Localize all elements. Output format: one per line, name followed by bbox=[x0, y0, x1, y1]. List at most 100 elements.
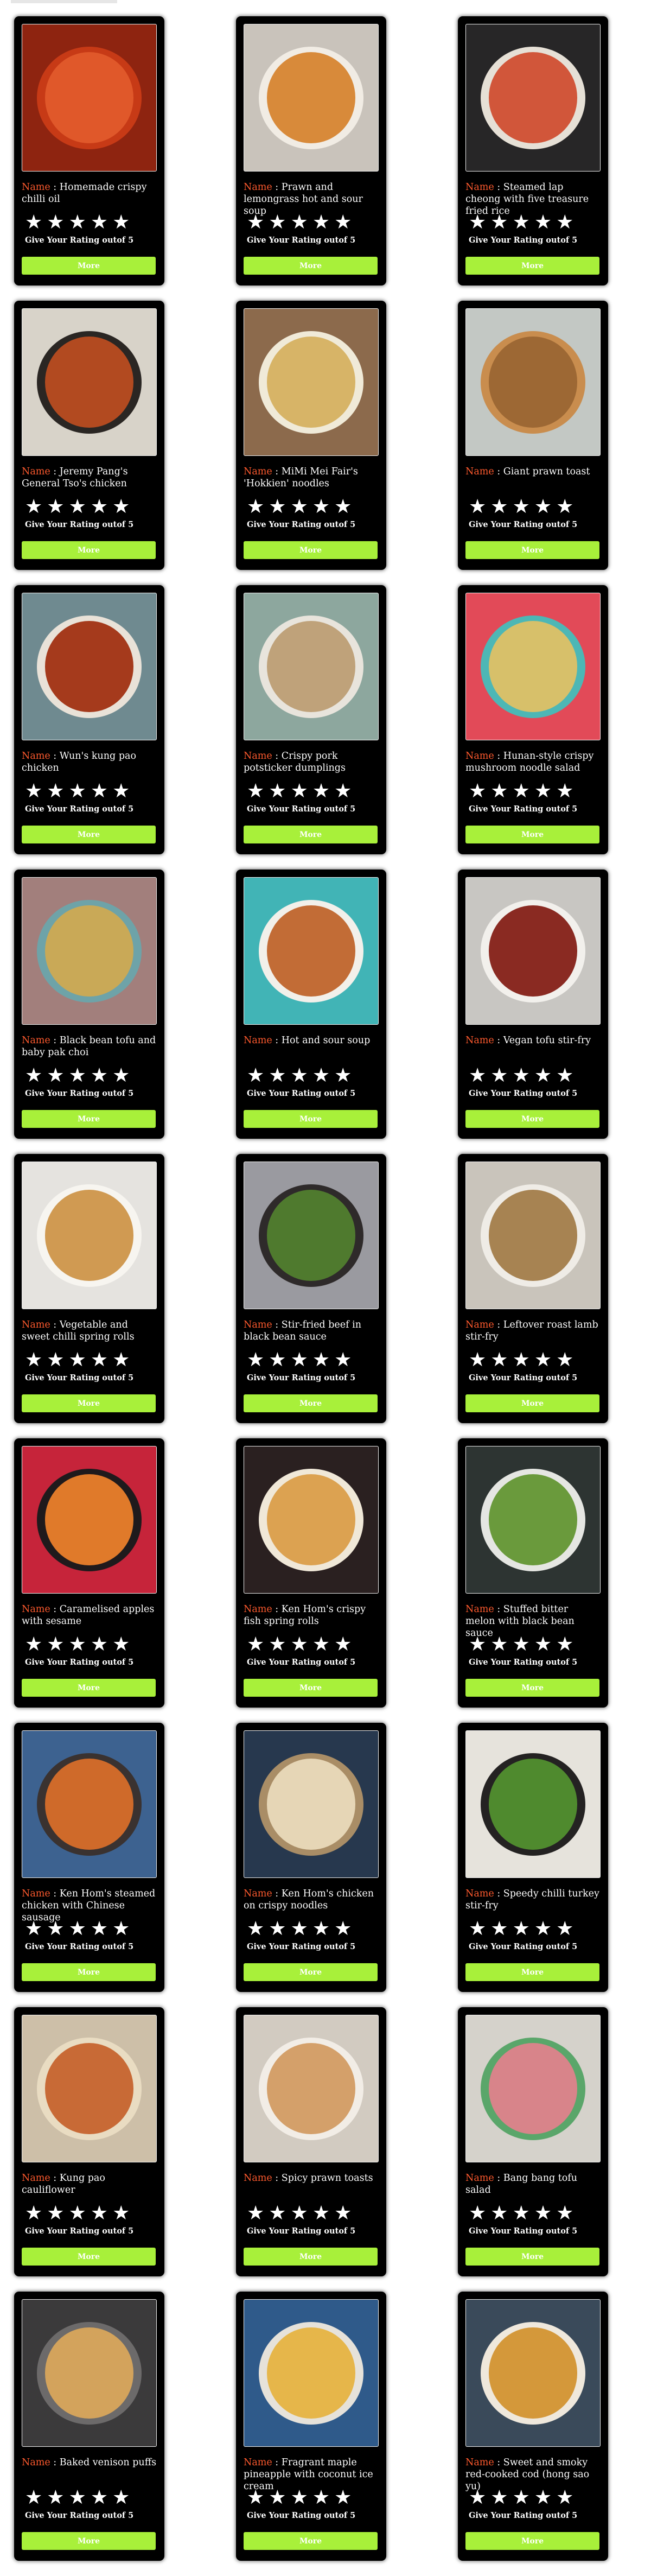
star-icon[interactable]: ★ bbox=[291, 782, 308, 801]
star-icon[interactable]: ★ bbox=[513, 1919, 530, 1939]
more-button[interactable]: More bbox=[244, 2532, 378, 2550]
star-icon[interactable]: ★ bbox=[312, 497, 330, 517]
star-icon[interactable]: ★ bbox=[556, 2488, 573, 2508]
star-icon[interactable]: ★ bbox=[334, 1066, 352, 1086]
star-icon[interactable]: ★ bbox=[47, 2204, 64, 2223]
star-icon[interactable]: ★ bbox=[112, 782, 130, 801]
more-button[interactable]: More bbox=[244, 541, 378, 559]
more-button[interactable]: More bbox=[465, 1394, 599, 1412]
star-icon[interactable]: ★ bbox=[469, 213, 486, 232]
star-icon[interactable]: ★ bbox=[490, 782, 508, 801]
star-icon[interactable]: ★ bbox=[247, 782, 264, 801]
star-icon[interactable]: ★ bbox=[112, 1350, 130, 1370]
more-button[interactable]: More bbox=[244, 257, 378, 275]
star-icon[interactable]: ★ bbox=[25, 1350, 42, 1370]
more-button[interactable]: More bbox=[244, 1394, 378, 1412]
star-icon[interactable]: ★ bbox=[534, 2204, 552, 2223]
star-icon[interactable]: ★ bbox=[513, 497, 530, 517]
star-icon[interactable]: ★ bbox=[534, 1066, 552, 1086]
star-icon[interactable]: ★ bbox=[269, 213, 286, 232]
star-icon[interactable]: ★ bbox=[269, 1635, 286, 1654]
more-button[interactable]: More bbox=[465, 541, 599, 559]
star-icon[interactable]: ★ bbox=[247, 2488, 264, 2508]
star-icon[interactable]: ★ bbox=[112, 2204, 130, 2223]
more-button[interactable]: More bbox=[22, 2248, 156, 2266]
star-icon[interactable]: ★ bbox=[247, 1919, 264, 1939]
star-icon[interactable]: ★ bbox=[47, 2488, 64, 2508]
star-icon[interactable]: ★ bbox=[534, 782, 552, 801]
star-icon[interactable]: ★ bbox=[490, 213, 508, 232]
star-icon[interactable]: ★ bbox=[556, 1350, 573, 1370]
star-icon[interactable]: ★ bbox=[112, 1919, 130, 1939]
star-icon[interactable]: ★ bbox=[91, 1635, 108, 1654]
star-icon[interactable]: ★ bbox=[91, 1350, 108, 1370]
star-icon[interactable]: ★ bbox=[534, 1350, 552, 1370]
star-icon[interactable]: ★ bbox=[69, 782, 86, 801]
star-icon[interactable]: ★ bbox=[69, 2488, 86, 2508]
star-icon[interactable]: ★ bbox=[25, 213, 42, 232]
star-icon[interactable]: ★ bbox=[69, 497, 86, 517]
star-icon[interactable]: ★ bbox=[490, 2488, 508, 2508]
more-button[interactable]: More bbox=[22, 1679, 156, 1697]
star-icon[interactable]: ★ bbox=[47, 1066, 64, 1086]
star-icon[interactable]: ★ bbox=[25, 782, 42, 801]
star-icon[interactable]: ★ bbox=[513, 782, 530, 801]
star-icon[interactable]: ★ bbox=[556, 782, 573, 801]
star-icon[interactable]: ★ bbox=[69, 2204, 86, 2223]
star-icon[interactable]: ★ bbox=[490, 1919, 508, 1939]
star-icon[interactable]: ★ bbox=[112, 2488, 130, 2508]
star-icon[interactable]: ★ bbox=[47, 213, 64, 232]
more-button[interactable]: More bbox=[465, 1110, 599, 1128]
star-icon[interactable]: ★ bbox=[513, 213, 530, 232]
star-icon[interactable]: ★ bbox=[469, 1350, 486, 1370]
star-icon[interactable]: ★ bbox=[25, 2488, 42, 2508]
more-button[interactable]: More bbox=[22, 257, 156, 275]
star-icon[interactable]: ★ bbox=[291, 213, 308, 232]
star-icon[interactable]: ★ bbox=[312, 2204, 330, 2223]
star-icon[interactable]: ★ bbox=[247, 1066, 264, 1086]
more-button[interactable]: More bbox=[465, 1679, 599, 1697]
star-icon[interactable]: ★ bbox=[69, 1350, 86, 1370]
star-icon[interactable]: ★ bbox=[69, 1635, 86, 1654]
star-icon[interactable]: ★ bbox=[534, 2488, 552, 2508]
star-icon[interactable]: ★ bbox=[269, 1919, 286, 1939]
more-button[interactable]: More bbox=[22, 1110, 156, 1128]
star-icon[interactable]: ★ bbox=[69, 213, 86, 232]
star-icon[interactable]: ★ bbox=[247, 1635, 264, 1654]
more-button[interactable]: More bbox=[22, 2532, 156, 2550]
star-icon[interactable]: ★ bbox=[334, 1635, 352, 1654]
star-icon[interactable]: ★ bbox=[556, 497, 573, 517]
star-icon[interactable]: ★ bbox=[556, 1066, 573, 1086]
more-button[interactable]: More bbox=[22, 826, 156, 843]
star-icon[interactable]: ★ bbox=[513, 2204, 530, 2223]
star-icon[interactable]: ★ bbox=[247, 2204, 264, 2223]
star-icon[interactable]: ★ bbox=[291, 1350, 308, 1370]
star-icon[interactable]: ★ bbox=[312, 2488, 330, 2508]
more-button[interactable]: More bbox=[22, 1963, 156, 1981]
star-icon[interactable]: ★ bbox=[469, 1635, 486, 1654]
more-button[interactable]: More bbox=[244, 826, 378, 843]
star-icon[interactable]: ★ bbox=[334, 2488, 352, 2508]
star-icon[interactable]: ★ bbox=[469, 497, 486, 517]
star-icon[interactable]: ★ bbox=[469, 1066, 486, 1086]
more-button[interactable]: More bbox=[465, 1963, 599, 1981]
star-icon[interactable]: ★ bbox=[334, 2204, 352, 2223]
more-button[interactable]: More bbox=[244, 1963, 378, 1981]
more-button[interactable]: More bbox=[465, 826, 599, 843]
star-icon[interactable]: ★ bbox=[534, 1919, 552, 1939]
star-icon[interactable]: ★ bbox=[490, 1635, 508, 1654]
star-icon[interactable]: ★ bbox=[291, 2488, 308, 2508]
star-icon[interactable]: ★ bbox=[490, 1066, 508, 1086]
star-icon[interactable]: ★ bbox=[47, 782, 64, 801]
star-icon[interactable]: ★ bbox=[312, 1350, 330, 1370]
star-icon[interactable]: ★ bbox=[334, 497, 352, 517]
star-icon[interactable]: ★ bbox=[25, 497, 42, 517]
star-icon[interactable]: ★ bbox=[47, 497, 64, 517]
star-icon[interactable]: ★ bbox=[312, 1066, 330, 1086]
star-icon[interactable]: ★ bbox=[334, 1919, 352, 1939]
star-icon[interactable]: ★ bbox=[469, 2488, 486, 2508]
more-button[interactable]: More bbox=[22, 1394, 156, 1412]
star-icon[interactable]: ★ bbox=[534, 497, 552, 517]
star-icon[interactable]: ★ bbox=[112, 497, 130, 517]
star-icon[interactable]: ★ bbox=[247, 213, 264, 232]
